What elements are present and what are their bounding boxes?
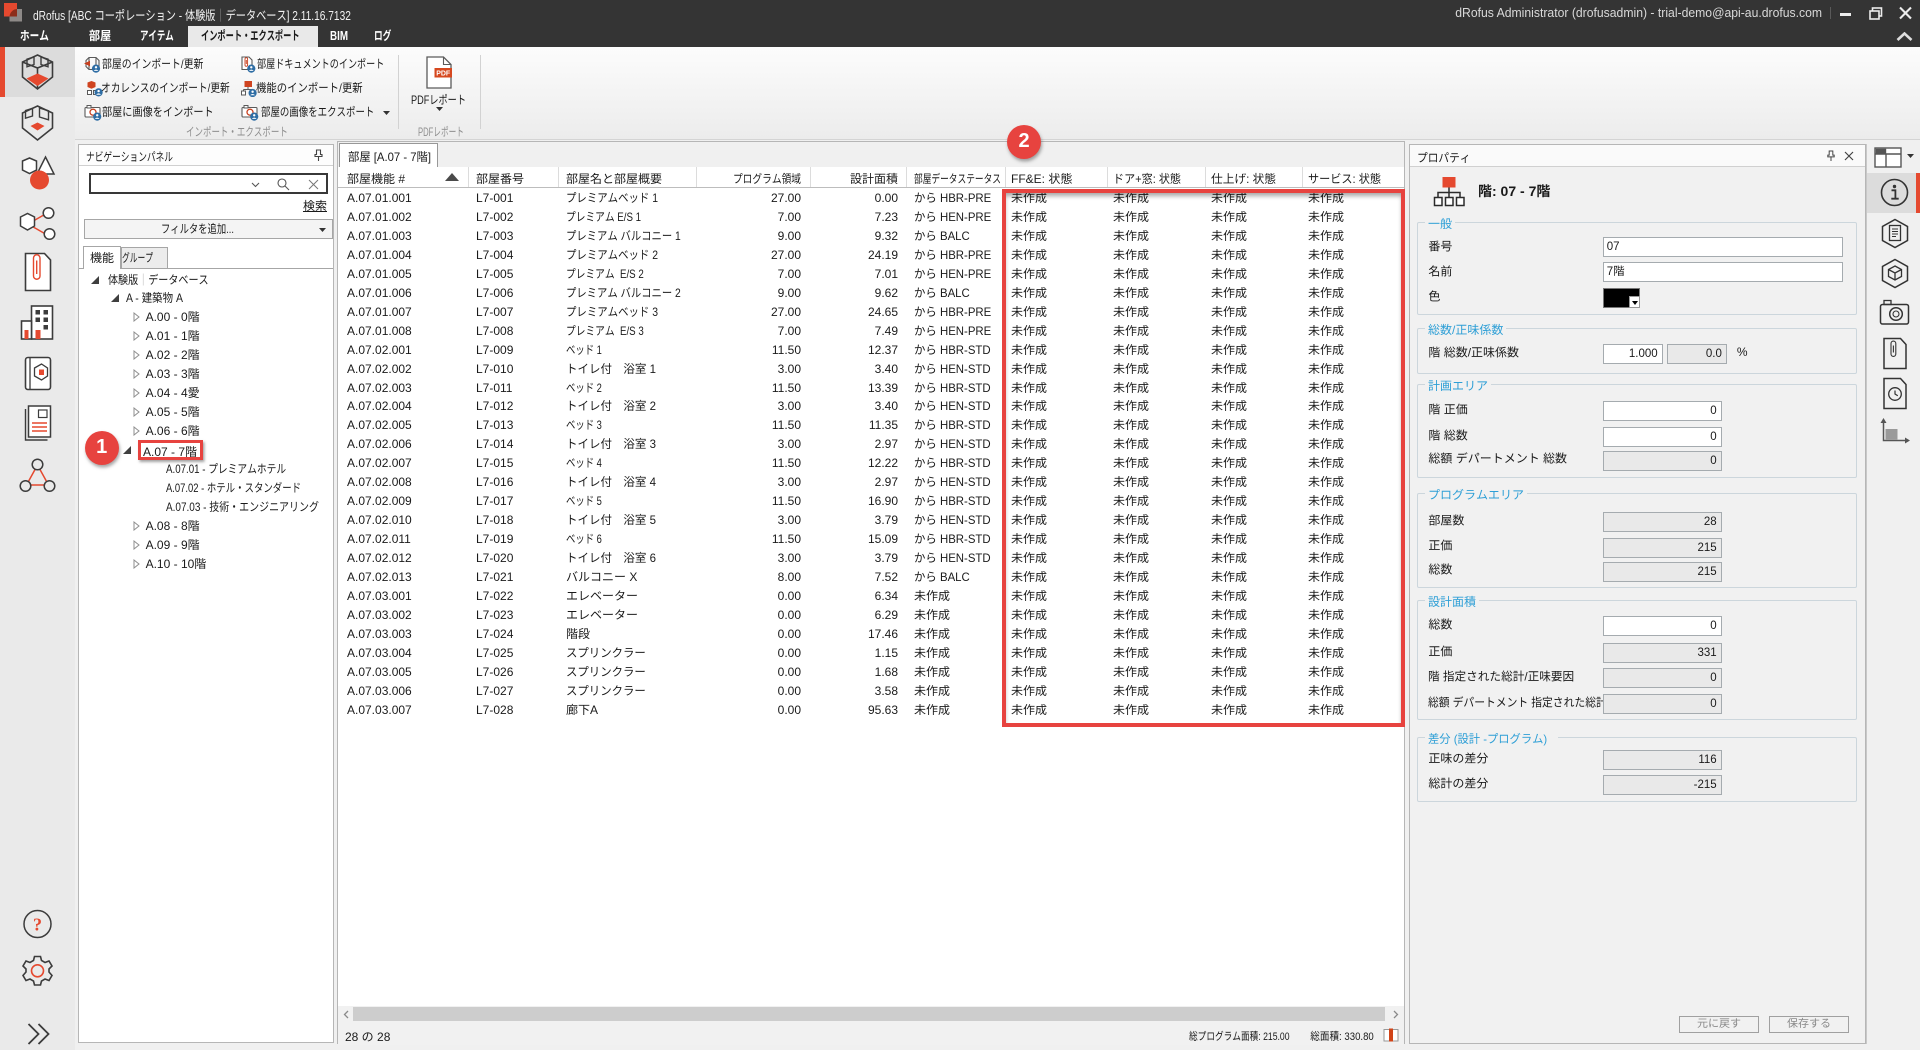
- svg-text:PDF: PDF: [436, 71, 451, 78]
- svg-text:?: ?: [33, 915, 42, 935]
